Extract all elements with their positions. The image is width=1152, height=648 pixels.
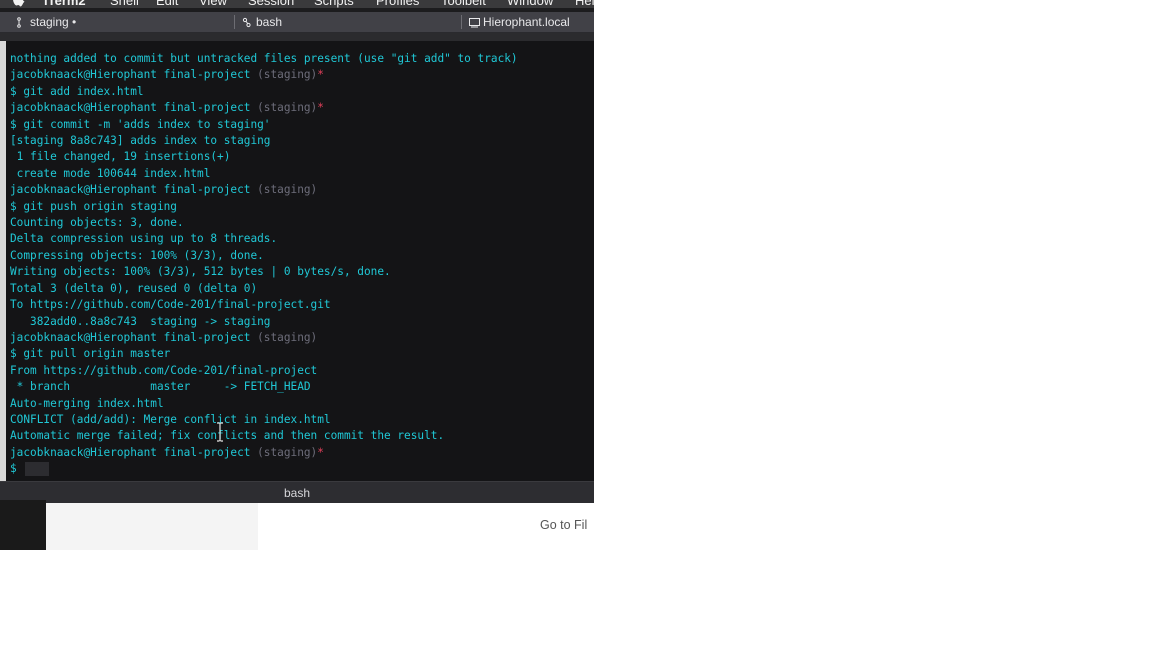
terminal-text: jacobknaack@Hierophant final-project (10, 183, 258, 197)
terminal-cursor (25, 462, 50, 477)
screenshot-region: iTerm2 Shell Edit View Session Scripts P… (0, 0, 594, 550)
branch-indicator: (staging) (257, 183, 318, 197)
terminal-line: nothing added to commit but untracked fi… (10, 51, 518, 67)
terminal-line: jacobknaack@Hierophant final-project (st… (10, 182, 518, 198)
terminal-text: $ git commit -m 'adds index to staging' (10, 117, 271, 131)
menu-toolbelt[interactable]: Toolbelt (441, 0, 486, 8)
terminal-text: Automatic merge failed; fix conflicts an… (10, 429, 445, 443)
terminal-line: 382add0..8a8c743 staging -> staging (10, 314, 518, 330)
job-icon (242, 17, 251, 27)
terminal-line: $ git commit -m 'adds index to staging' (10, 117, 518, 133)
menu-session[interactable]: Session (248, 0, 294, 8)
terminal-text: $ (10, 462, 24, 476)
terminal-line: Writing objects: 100% (3/3), 512 bytes |… (10, 264, 518, 280)
menu-window[interactable]: Window (507, 0, 553, 8)
terminal-text: Writing objects: 100% (3/3), 512 bytes |… (10, 265, 391, 279)
terminal-line: Automatic merge failed; fix conflicts an… (10, 428, 518, 444)
terminal-text: 1 file changed, 19 insertions(+) (10, 150, 231, 164)
menu-shell[interactable]: Shell (110, 0, 139, 8)
dirty-marker: * (317, 101, 324, 115)
terminal-pane[interactable]: nothing added to commit but untracked fi… (6, 41, 594, 481)
text-cursor-icon (217, 422, 223, 442)
terminal-line: jacobknaack@Hierophant final-project (st… (10, 100, 518, 116)
session-title: bash (283, 486, 311, 500)
terminal-line: jacobknaack@Hierophant final-project (st… (10, 67, 518, 83)
terminal-line: Total 3 (delta 0), reused 0 (delta 0) (10, 281, 518, 297)
terminal-line: To https://github.com/Code-201/final-pro… (10, 297, 518, 313)
status-separator (234, 15, 235, 29)
terminal-text: Total 3 (delta 0), reused 0 (delta 0) (10, 281, 258, 295)
terminal-line: $ (10, 461, 518, 477)
terminal-line: 1 file changed, 19 insertions(+) (10, 149, 518, 165)
git-branch-status[interactable]: staging • (16, 14, 76, 30)
terminal-text: jacobknaack@Hierophant final-project (10, 68, 258, 82)
terminal-output: nothing added to commit but untracked fi… (10, 51, 518, 478)
status-separator (461, 15, 462, 29)
terminal-text: $ git pull origin master (10, 347, 171, 361)
macos-menubar: iTerm2 Shell Edit View Session Scripts P… (0, 0, 594, 8)
job-status[interactable]: bash (242, 14, 282, 30)
terminal-text: 382add0..8a8c743 staging -> staging (10, 314, 271, 328)
git-branch-icon (17, 16, 21, 28)
terminal-text: $ git push origin staging (10, 199, 177, 213)
terminal-text: Delta compression using up to 8 threads. (10, 232, 278, 246)
terminal-text: Auto-merging index.html (10, 396, 164, 410)
branch-label: staging • (30, 15, 77, 29)
menu-view[interactable]: View (199, 0, 227, 8)
dirty-marker: * (317, 445, 324, 459)
terminal-text: jacobknaack@Hierophant final-project (10, 330, 258, 344)
background-window (46, 503, 594, 550)
menu-scripts[interactable]: Scripts (314, 0, 354, 8)
computer-icon (469, 17, 480, 27)
terminal-text: Compressing objects: 100% (3/3), done. (10, 248, 264, 262)
terminal-text: jacobknaack@Hierophant final-project (10, 445, 258, 459)
terminal-line: [staging 8a8c743] adds index to staging (10, 133, 518, 149)
terminal-line: $ git pull origin master (10, 346, 518, 362)
terminal-text: create mode 100644 index.html (10, 166, 211, 180)
menu-iterm2[interactable]: iTerm2 (44, 0, 86, 8)
branch-indicator: (staging) (257, 445, 318, 459)
terminal-line: Counting objects: 3, done. (10, 215, 518, 231)
iterm-status-bar: staging • bash Hierophant.local (0, 12, 594, 33)
terminal-line: create mode 100644 index.html (10, 166, 518, 182)
terminal-text: CONFLICT (add/add): Merge conflict in in… (10, 412, 331, 426)
terminal-text: [staging 8a8c743] adds index to staging (10, 134, 271, 148)
terminal-line: From https://github.com/Code-201/final-p… (10, 363, 518, 379)
terminal-text: To https://github.com/Code-201/final-pro… (10, 298, 331, 312)
terminal-line: $ git add index.html (10, 84, 518, 100)
window-gap (0, 33, 594, 41)
terminal-text: From https://github.com/Code-201/final-p… (10, 363, 318, 377)
menu-help[interactable]: Help (575, 0, 594, 8)
menu-edit[interactable]: Edit (156, 0, 178, 8)
host-status[interactable]: Hierophant.local (469, 14, 570, 30)
branch-indicator: (staging) (257, 101, 318, 115)
terminal-text: Counting objects: 3, done. (10, 216, 184, 230)
terminal-line: jacobknaack@Hierophant final-project (st… (10, 330, 518, 346)
menu-profiles[interactable]: Profiles (376, 0, 419, 8)
terminal-text: nothing added to commit but untracked fi… (10, 52, 518, 65)
session-title-bar: bash (0, 481, 594, 504)
dirty-marker: * (317, 68, 324, 82)
shell-label: bash (256, 15, 283, 29)
terminal-text: $ git add index.html (10, 84, 144, 98)
terminal-text: jacobknaack@Hierophant final-project (10, 101, 258, 115)
host-label: Hierophant.local (483, 15, 570, 29)
branch-indicator: (staging) (257, 330, 318, 344)
background-window-edge (0, 500, 46, 550)
branch-indicator: (staging) (257, 68, 318, 82)
terminal-line: * branch master -> FETCH_HEAD (10, 379, 518, 395)
terminal-line: jacobknaack@Hierophant final-project (st… (10, 445, 518, 461)
terminal-line: $ git push origin staging (10, 199, 518, 215)
terminal-line: Compressing objects: 100% (3/3), done. (10, 248, 518, 264)
terminal-line: Delta compression using up to 8 threads. (10, 231, 518, 247)
go-to-file-button[interactable]: Go to Fil (540, 518, 587, 532)
terminal-line: CONFLICT (add/add): Merge conflict in in… (10, 412, 518, 428)
terminal-line: Auto-merging index.html (10, 396, 518, 412)
terminal-text: * branch master -> FETCH_HEAD (10, 380, 311, 394)
apple-icon[interactable] (12, 0, 25, 7)
